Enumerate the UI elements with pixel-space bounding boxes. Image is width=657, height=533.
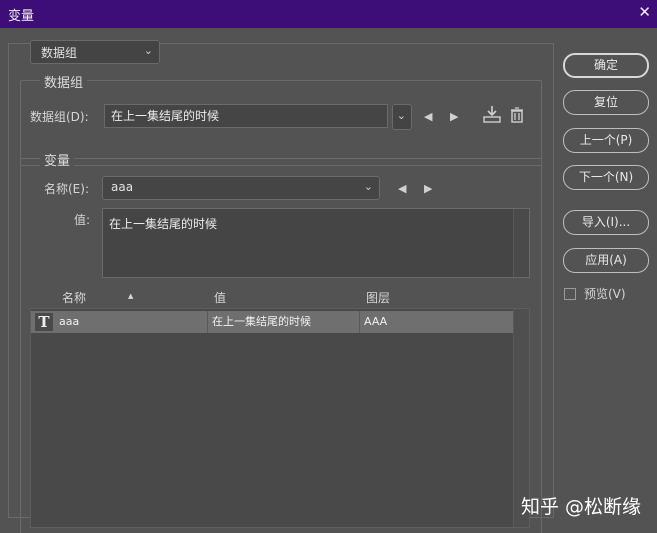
watermark: 知乎 @松断缘 — [520, 496, 641, 518]
column-header-name[interactable]: 名称 — [62, 289, 86, 306]
ok-button[interactable]: 确定 — [563, 53, 649, 78]
data-group-dropdown-button[interactable]: ⌄ — [392, 104, 412, 130]
trash-icon[interactable] — [510, 107, 524, 126]
value-textarea-text: 在上一集结尾的时候 — [109, 217, 218, 231]
next-button[interactable]: 下一个(N) — [563, 165, 649, 190]
name-dropdown-value: aaa — [111, 180, 134, 194]
title-bar: 变量 ✕ — [0, 0, 657, 28]
chevron-down-icon: ⌄ — [143, 44, 153, 57]
sort-asc-icon: ▲ — [128, 292, 134, 300]
value-label: 值: — [74, 213, 91, 227]
data-group-field[interactable]: 在上一集结尾的时候 — [104, 104, 388, 128]
column-header-value[interactable]: 值 — [214, 289, 226, 306]
value-textarea-scrollbar[interactable] — [513, 209, 529, 277]
previous-button[interactable]: 上一个(P) — [563, 128, 649, 153]
text-layer-icon: T — [35, 313, 53, 331]
name-dropdown[interactable]: aaa ⌄ — [102, 176, 380, 200]
window-title: 变量 — [8, 9, 35, 24]
chevron-down-icon: ⌄ — [396, 109, 406, 122]
table-header: 名称 ▲ 值 图层 — [30, 286, 530, 308]
preview-checkbox[interactable] — [564, 288, 576, 300]
data-group-label: 数据组(D): — [30, 110, 89, 124]
row-value-cell: 在上一集结尾的时候 — [207, 311, 359, 333]
table-row[interactable]: T aaa 在上一集结尾的时候 AAA — [31, 311, 515, 333]
row-name-cell: aaa — [59, 315, 80, 328]
arrow-right-icon[interactable]: ▶ — [450, 110, 458, 123]
import-button[interactable]: 导入(I)... — [563, 210, 649, 235]
data-group-field-value: 在上一集结尾的时候 — [111, 109, 220, 123]
dialog: 数据组 ⌄ 数据组 数据组(D): 在上一集结尾的时候 ⌄ ◀ ▶ 变量 名称(… — [0, 28, 657, 533]
apply-button[interactable]: 应用(A) — [563, 248, 649, 273]
row-layer-cell: AAA — [359, 311, 515, 333]
arrow-left-icon[interactable]: ◀ — [398, 182, 406, 195]
preview-label[interactable]: 预览(V) — [584, 285, 626, 302]
arrow-left-icon[interactable]: ◀ — [424, 110, 432, 123]
import-icon[interactable] — [482, 104, 502, 127]
mode-dropdown-value: 数据组 — [41, 46, 78, 60]
name-label: 名称(E): — [44, 182, 89, 196]
reset-button[interactable]: 复位 — [563, 90, 649, 115]
value-textarea[interactable]: 在上一集结尾的时候 — [102, 208, 530, 278]
close-icon[interactable]: ✕ — [638, 3, 651, 21]
variable-group-title: 变量 — [40, 150, 75, 169]
mode-dropdown[interactable]: 数据组 ⌄ — [30, 40, 160, 64]
arrow-right-icon[interactable]: ▶ — [424, 182, 432, 195]
data-group-title: 数据组 — [40, 72, 88, 91]
variables-table: 名称 ▲ 值 图层 T aaa 在上一集结尾的时候 AAA — [30, 286, 530, 530]
chevron-down-icon: ⌄ — [363, 180, 373, 193]
table-body: T aaa 在上一集结尾的时候 AAA — [30, 308, 530, 528]
column-header-layer[interactable]: 图层 — [366, 289, 390, 306]
